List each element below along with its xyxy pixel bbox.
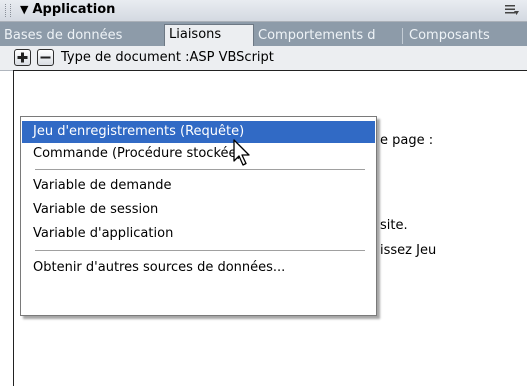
panel-title[interactable]: ▼ Application — [20, 2, 115, 17]
background-text-page: e page : — [380, 133, 434, 148]
menu-item-get-more-sources[interactable]: Obtenir d'autres sources de données... — [22, 257, 375, 279]
bindings-toolbar: Type de document :ASP VBScript — [0, 46, 527, 71]
tab-bar: Bases de données Liaisons Comportements … — [0, 22, 527, 46]
minus-icon — [40, 56, 51, 59]
tab-composants[interactable]: Composants — [405, 26, 515, 46]
collapse-arrow-icon[interactable]: ▼ — [20, 3, 28, 16]
panel-title-bar[interactable]: ▼ Application — [0, 0, 527, 22]
tab-separator — [402, 28, 403, 44]
plus-icon — [17, 52, 28, 63]
background-text-site: site. — [380, 218, 408, 233]
tab-bases-de-donnees[interactable]: Bases de données — [0, 26, 164, 46]
background-text-jeu: issez Jeu — [380, 243, 437, 258]
document-type-label: Type de document :ASP VBScript — [61, 50, 274, 65]
menu-item-recordset[interactable]: Jeu d'enregistrements (Requête) — [22, 121, 375, 143]
add-binding-menu: Jeu d'enregistrements (Requête) Commande… — [20, 116, 377, 316]
menu-item-session-variable[interactable]: Variable de session — [22, 199, 375, 221]
tab-comportements[interactable]: Comportements d — [254, 26, 402, 46]
menu-separator — [35, 250, 365, 251]
menu-separator — [35, 169, 365, 170]
menu-item-command[interactable]: Commande (Procédure stockée) — [22, 143, 375, 165]
panel-options-icon[interactable] — [505, 4, 519, 16]
mouse-cursor-icon — [233, 139, 250, 166]
tab-liaisons[interactable]: Liaisons — [164, 24, 254, 46]
add-binding-button[interactable] — [14, 49, 31, 66]
remove-binding-button[interactable] — [37, 49, 54, 66]
panel-title-label: Application — [32, 2, 116, 17]
menu-item-application-variable[interactable]: Variable d'application — [22, 223, 375, 245]
menu-item-request-variable[interactable]: Variable de demande — [22, 175, 375, 197]
drag-grip-icon[interactable] — [5, 4, 11, 17]
